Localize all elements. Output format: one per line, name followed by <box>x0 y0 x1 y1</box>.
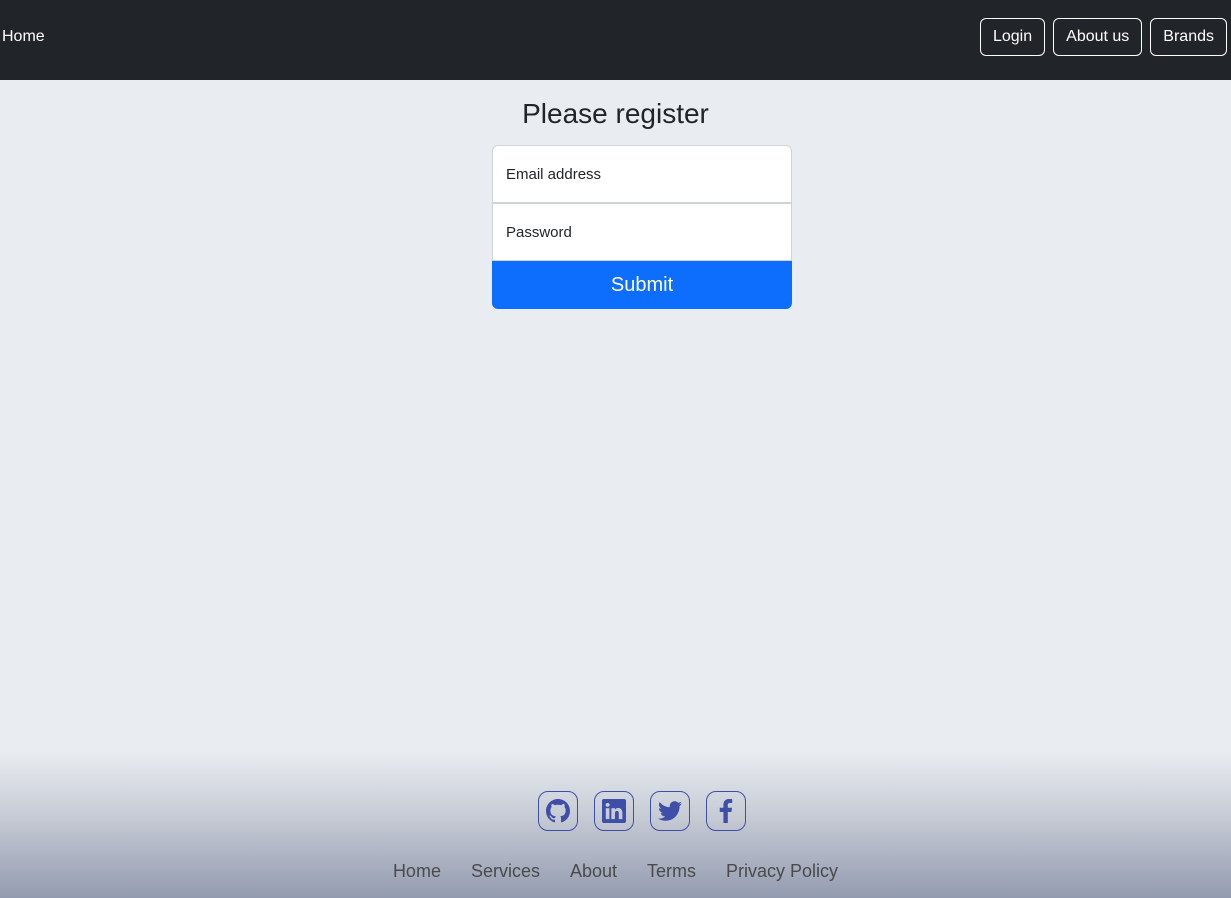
about-us-button[interactable]: About us <box>1053 18 1143 56</box>
footer-link-privacy-policy[interactable]: Privacy Policy <box>711 859 853 883</box>
nav-buttons: Login About us Brands <box>979 18 1227 56</box>
facebook-icon <box>719 799 733 823</box>
footer-link-about[interactable]: About <box>555 859 632 883</box>
nav-home-link[interactable]: Home <box>2 27 45 47</box>
footer-link-home[interactable]: Home <box>378 859 456 883</box>
facebook-link[interactable] <box>706 791 746 831</box>
twitter-link[interactable] <box>650 791 690 831</box>
footer-link-terms[interactable]: Terms <box>632 859 711 883</box>
github-icon <box>546 799 570 823</box>
linkedin-icon <box>602 799 626 823</box>
github-link[interactable] <box>538 791 578 831</box>
linkedin-link[interactable] <box>594 791 634 831</box>
navbar: Home Login About us Brands <box>0 0 1231 80</box>
login-button[interactable]: Login <box>979 18 1046 56</box>
footer-link-services[interactable]: Services <box>456 859 555 883</box>
twitter-icon <box>658 801 682 821</box>
footer-links: Home Services About Terms Privacy Policy <box>0 859 1231 883</box>
email-field[interactable] <box>492 145 792 203</box>
register-form: Submit <box>492 145 792 309</box>
brands-button[interactable]: Brands <box>1150 18 1227 56</box>
submit-button[interactable]: Submit <box>492 261 792 309</box>
password-field[interactable] <box>492 203 792 261</box>
footer: Home Services About Terms Privacy Policy <box>0 752 1231 898</box>
social-links <box>538 791 746 831</box>
page-title: Please register <box>522 98 709 129</box>
